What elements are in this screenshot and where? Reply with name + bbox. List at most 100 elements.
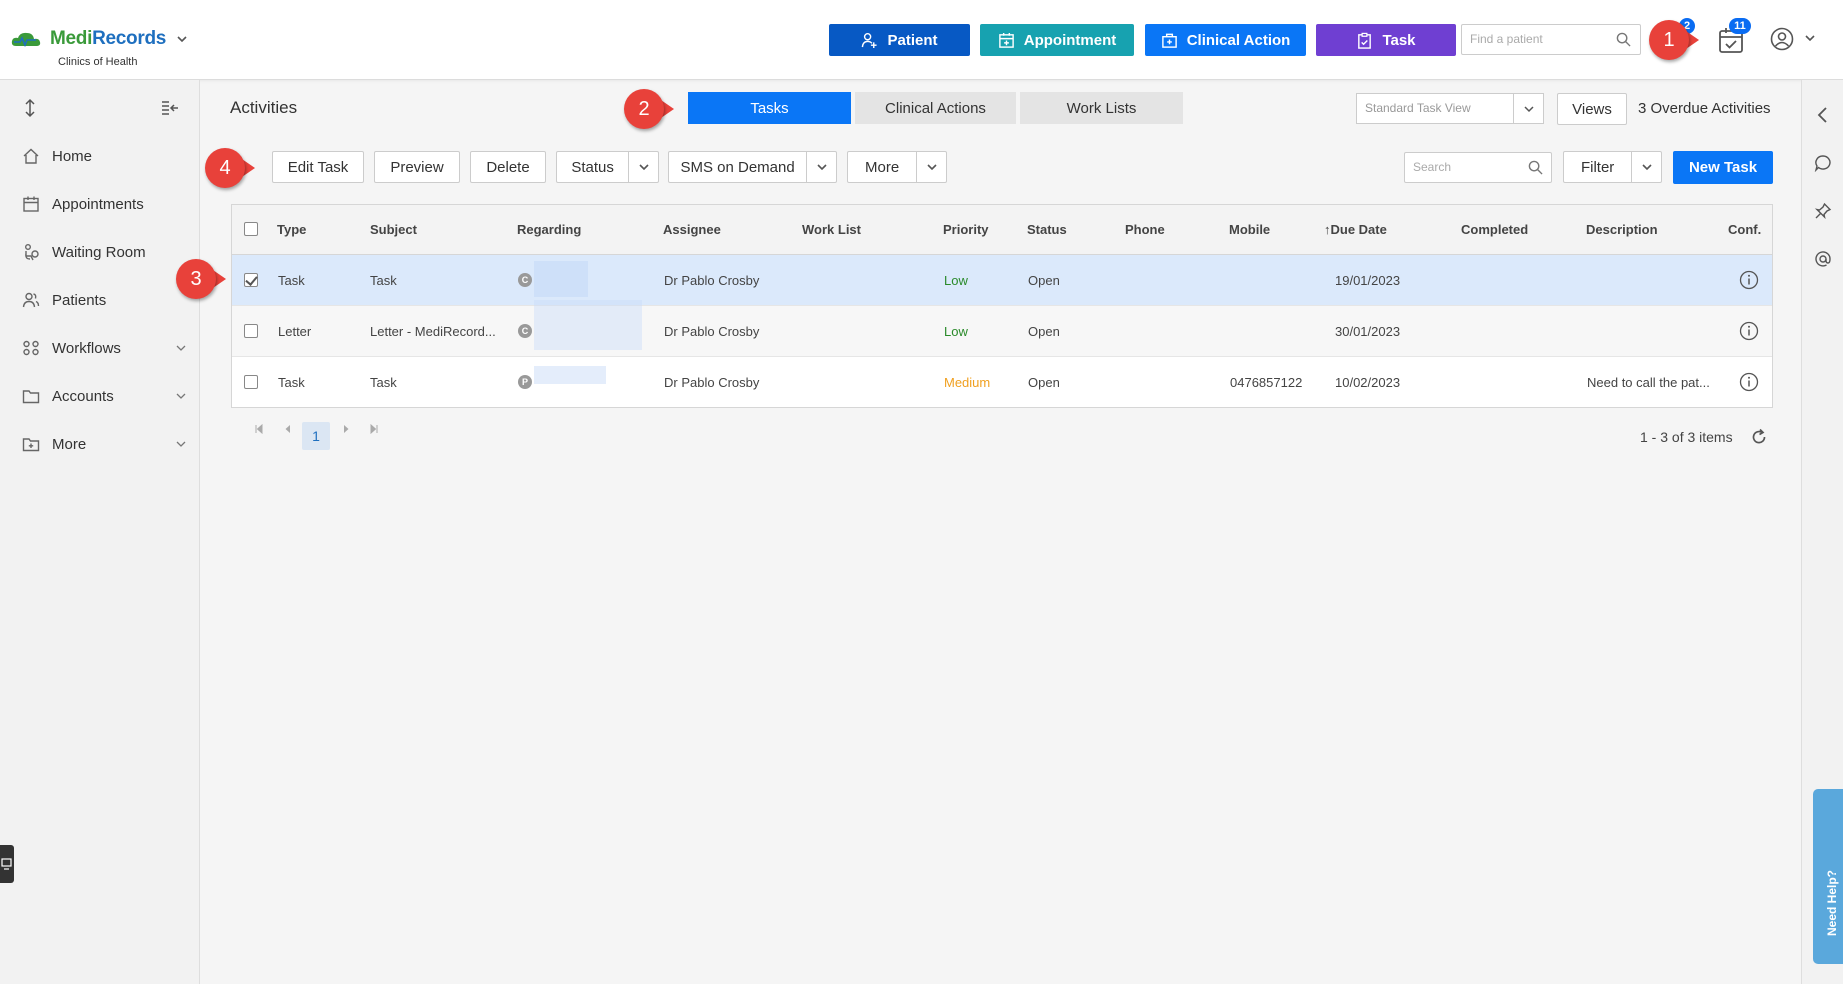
chat-icon[interactable] [1814, 154, 1832, 172]
column-header-subject[interactable]: Subject [370, 222, 417, 237]
column-header-phone[interactable]: Phone [1125, 222, 1165, 237]
info-icon[interactable] [1739, 321, 1759, 341]
table-row[interactable]: Task Task C Dr Pablo Crosby Low Open 19/… [232, 255, 1772, 306]
sidebar-item-home[interactable]: Home [22, 141, 187, 171]
row-checkbox[interactable] [244, 273, 258, 287]
at-sign-icon[interactable] [1814, 250, 1832, 268]
filter-button[interactable]: Filter [1564, 152, 1631, 182]
task-view-select[interactable]: Standard Task View [1356, 93, 1544, 124]
next-page-icon[interactable] [341, 424, 351, 434]
column-header-description[interactable]: Description [1586, 222, 1658, 237]
find-patient-input[interactable]: Find a patient [1461, 24, 1641, 55]
cell-due-date: 10/02/2023 [1335, 375, 1401, 390]
chevron-down-icon[interactable] [1803, 31, 1817, 45]
tasks-count-badge: 11 [1729, 18, 1751, 34]
row-checkbox[interactable] [244, 375, 258, 389]
new-task-header-button[interactable]: Task [1316, 24, 1456, 56]
more-dropdown[interactable] [916, 152, 946, 182]
column-header-status[interactable]: Status [1027, 222, 1067, 237]
top-header: MediRecords Clinics of Health Patient Ap… [0, 0, 1843, 80]
sms-dropdown[interactable] [806, 152, 836, 182]
chevron-down-icon[interactable] [175, 438, 187, 450]
sidebar-item-more[interactable]: More [22, 429, 187, 459]
pin-icon[interactable] [1814, 202, 1832, 220]
row-checkbox[interactable] [244, 324, 258, 338]
info-icon[interactable] [1739, 372, 1759, 392]
refresh-icon[interactable] [1750, 428, 1768, 446]
sidebar-item-waiting-room[interactable]: Waiting Room [22, 237, 187, 267]
column-header-regarding[interactable]: Regarding [517, 222, 581, 237]
sidebar-item-patients[interactable]: Patients [22, 285, 187, 315]
task-label: Task [1382, 31, 1416, 49]
status-button[interactable]: Status [557, 152, 628, 182]
need-help-tab[interactable]: Need Help? [1813, 789, 1843, 964]
waiting-room-icon [25, 244, 39, 261]
last-page-icon[interactable] [369, 424, 379, 434]
edit-task-button[interactable]: Edit Task [272, 151, 364, 183]
column-header-completed[interactable]: Completed [1461, 222, 1528, 237]
table-row[interactable]: Task Task P Dr Pablo Crosby Medium Open … [232, 357, 1772, 408]
sms-split-button[interactable]: SMS on Demand [668, 151, 837, 183]
grid-header: Type Subject Regarding Assignee Work Lis… [232, 205, 1772, 255]
column-header-assignee[interactable]: Assignee [663, 222, 721, 237]
sidebar-item-workflows[interactable]: Workflows [22, 333, 187, 363]
column-header-mobile[interactable]: Mobile [1229, 222, 1270, 237]
new-clinical-action-button[interactable]: Clinical Action [1145, 24, 1306, 56]
column-header-priority[interactable]: Priority [943, 222, 989, 237]
filter-split-button[interactable]: Filter [1563, 151, 1662, 183]
new-patient-button[interactable]: Patient [829, 24, 970, 56]
tab-clinical-actions[interactable]: Clinical Actions [855, 92, 1016, 124]
chevron-down-icon[interactable] [1523, 103, 1535, 115]
tab-tasks[interactable]: Tasks [688, 92, 851, 124]
chevron-down-icon[interactable] [176, 33, 188, 45]
overdue-activities-link[interactable]: 3 Overdue Activities [1638, 100, 1771, 117]
callout-number: 2 [624, 89, 664, 129]
grid-search-input[interactable]: Search [1404, 152, 1552, 183]
sidebar-item-appointments[interactable]: Appointments [22, 189, 187, 219]
chevron-down-icon[interactable] [175, 390, 187, 402]
previous-page-icon[interactable] [283, 424, 293, 434]
cell-type: Task [278, 273, 305, 288]
tasks-grid: Type Subject Regarding Assignee Work Lis… [231, 204, 1773, 408]
status-split-button[interactable]: Status [556, 151, 659, 183]
views-button[interactable]: Views [1557, 93, 1627, 125]
preview-button[interactable]: Preview [374, 151, 460, 183]
chevron-left-icon[interactable] [1814, 106, 1832, 124]
column-header-type[interactable]: Type [277, 222, 306, 237]
new-appointment-button[interactable]: Appointment [980, 24, 1134, 56]
cell-subject: Task [370, 375, 397, 390]
chevron-down-icon[interactable] [175, 342, 187, 354]
tab-work-lists[interactable]: Work Lists [1020, 92, 1183, 124]
collapse-sidebar-icon[interactable] [160, 98, 180, 118]
filter-dropdown[interactable] [1631, 152, 1661, 182]
select-all-checkbox[interactable] [244, 222, 258, 236]
callout-marker: 4 [205, 148, 255, 188]
more-button[interactable]: More [848, 152, 916, 182]
page-number-current[interactable]: 1 [302, 422, 330, 450]
regarding-initial-badge: P [518, 375, 532, 389]
table-row[interactable]: Letter Letter - MediRecord... C Dr Pablo… [232, 300, 1772, 357]
cell-assignee: Dr Pablo Crosby [664, 324, 760, 339]
column-header-conf[interactable]: Conf. [1728, 222, 1761, 237]
home-icon [23, 148, 39, 164]
status-dropdown[interactable] [628, 152, 658, 182]
cell-subject: Task [370, 273, 397, 288]
first-page-icon[interactable] [254, 424, 264, 434]
more-split-button[interactable]: More [847, 151, 947, 183]
new-task-button[interactable]: New Task [1673, 151, 1773, 184]
sms-on-demand-button[interactable]: SMS on Demand [669, 152, 806, 182]
side-drawer-handle[interactable] [0, 845, 14, 883]
search-icon[interactable] [1616, 32, 1631, 47]
user-avatar-icon[interactable] [1770, 27, 1794, 51]
callout-marker: 2 [624, 89, 674, 129]
brand-logo[interactable]: MediRecords [10, 28, 188, 50]
sidebar-item-accounts[interactable]: Accounts [22, 381, 187, 411]
column-header-work-list[interactable]: Work List [802, 222, 861, 237]
patients-icon [22, 292, 40, 308]
info-icon[interactable] [1739, 270, 1759, 290]
expand-vertical-icon[interactable] [20, 98, 40, 118]
delete-button[interactable]: Delete [470, 151, 546, 183]
cell-due-date: 30/01/2023 [1335, 324, 1401, 339]
search-icon[interactable] [1528, 160, 1543, 175]
column-header-due-date[interactable]: ↑Due Date [1324, 222, 1387, 237]
